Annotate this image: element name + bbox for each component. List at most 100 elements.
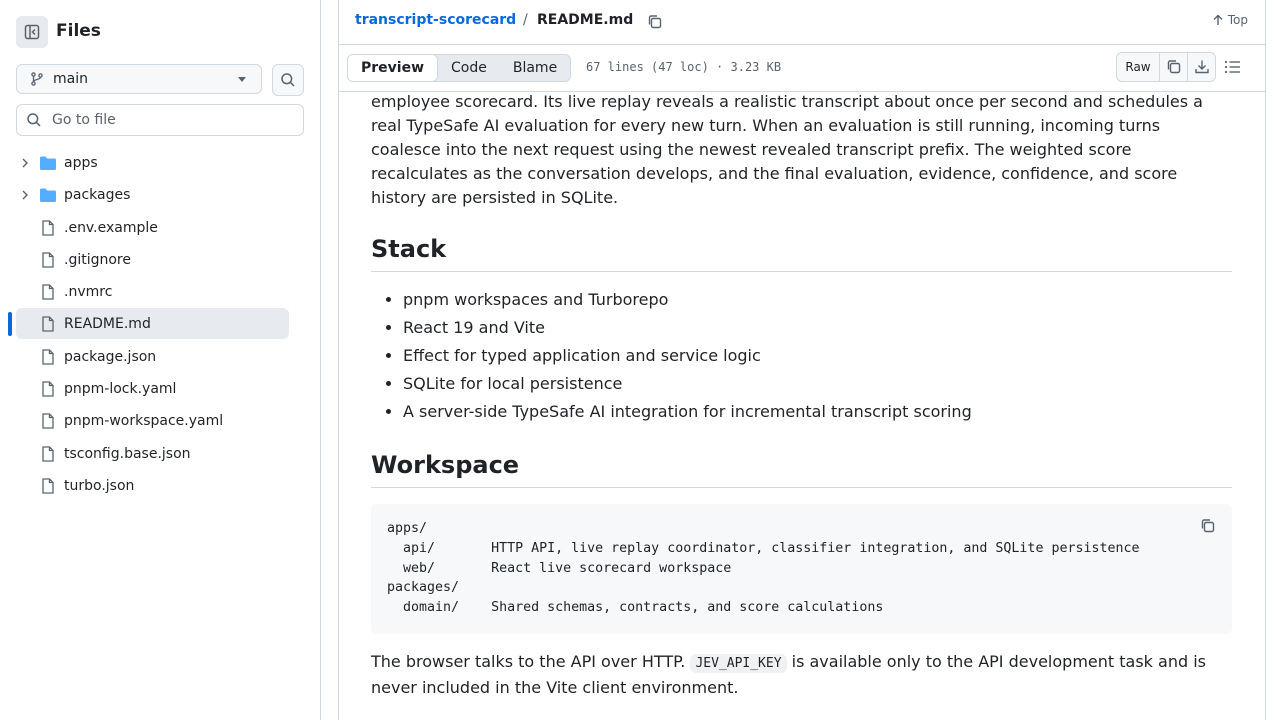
search-button[interactable] bbox=[272, 64, 304, 96]
file-icon bbox=[42, 219, 54, 236]
top-button[interactable]: Top bbox=[1212, 13, 1248, 27]
branch-selector-button[interactable]: main bbox=[16, 64, 262, 94]
tree-item-label: pnpm-lock.yaml bbox=[64, 381, 177, 398]
intro-line: history are persisted in SQLite. bbox=[371, 188, 619, 207]
file-header: transcript-scorecard / README.md Top bbox=[339, 0, 1265, 45]
file-toolbar: Preview Code Blame 67 lines (47 loc) · 3… bbox=[339, 45, 1265, 92]
tree-item-nvmrc[interactable]: .nvmrc bbox=[0, 276, 320, 308]
tree-item-env-example[interactable]: .env.example bbox=[0, 212, 320, 244]
paragraph-text: is available only to the API development… bbox=[786, 652, 1206, 671]
readme-content: employee scorecard. Its live replay reve… bbox=[371, 92, 1232, 700]
intro-line: coalesce into the next request using the… bbox=[371, 140, 1132, 159]
workspace-heading: Workspace bbox=[371, 450, 1232, 488]
collapse-sidebar-button[interactable] bbox=[16, 16, 48, 48]
code-block: apps/ api/ HTTP API, live replay coordin… bbox=[371, 504, 1232, 634]
tree-item-label: .env.example bbox=[64, 219, 158, 236]
copy-code-icon[interactable] bbox=[1199, 517, 1217, 535]
stack-list-item: React 19 and Vite bbox=[403, 314, 1232, 342]
files-title: Files bbox=[56, 21, 101, 41]
search-icon bbox=[281, 73, 295, 87]
tree-item-pnpm-workspace-yaml[interactable]: pnpm-workspace.yaml bbox=[0, 405, 320, 437]
file-icon bbox=[42, 381, 54, 397]
tree-item-apps[interactable]: apps bbox=[0, 147, 320, 179]
readme-intro: employee scorecard. Its live replay reve… bbox=[371, 90, 1232, 210]
file-tree-sidebar: Files main appspackages.env.e bbox=[0, 0, 321, 720]
file-icon bbox=[42, 478, 54, 494]
stack-list-item: A server-side TypeSafe AI integration fo… bbox=[403, 398, 1232, 426]
tree-item-label: packages bbox=[64, 187, 131, 204]
top-label: Top bbox=[1227, 13, 1248, 27]
breadcrumb-file-name: README.md bbox=[537, 12, 634, 28]
paragraph-text: never included in the Vite client enviro… bbox=[371, 678, 739, 697]
code-line: apps/ bbox=[387, 521, 428, 536]
paragraph-text: The browser talks to the API over HTTP. bbox=[371, 652, 691, 671]
tree-item-label: .gitignore bbox=[64, 251, 131, 268]
stack-list-item: SQLite for local persistence bbox=[403, 370, 1232, 398]
intro-line: real TypeSafe AI evaluation for every ne… bbox=[371, 116, 1161, 135]
code-line: domain/ Shared schemas, contracts, and s… bbox=[387, 600, 884, 615]
download-button[interactable] bbox=[1187, 53, 1215, 81]
tree-item-label: turbo.json bbox=[64, 477, 135, 494]
stack-list-item: pnpm workspaces and Turborepo bbox=[403, 286, 1232, 314]
tree-item-label: apps bbox=[64, 155, 98, 171]
tree-item-gitignore[interactable]: .gitignore bbox=[0, 244, 320, 276]
copy-path-icon[interactable] bbox=[646, 13, 664, 31]
file-icon bbox=[42, 446, 54, 462]
tree-item-label: .nvmrc bbox=[64, 284, 113, 301]
file-icon bbox=[42, 413, 54, 430]
stack-heading: Stack bbox=[371, 234, 1232, 272]
list-outline-icon[interactable] bbox=[1223, 58, 1243, 76]
raw-button[interactable]: Raw bbox=[1117, 53, 1159, 81]
selected-indicator bbox=[8, 312, 12, 337]
file-icon bbox=[42, 349, 54, 365]
api-key-paragraph: The browser talks to the API over HTTP. … bbox=[371, 650, 1232, 700]
chevron-right-icon[interactable] bbox=[19, 189, 31, 201]
chevron-down-icon bbox=[238, 77, 246, 82]
tree-item-packages[interactable]: packages bbox=[0, 179, 320, 211]
tree-item-label: tsconfig.base.json bbox=[64, 445, 191, 462]
intro-line: employee scorecard. Its live replay reve… bbox=[371, 92, 1203, 111]
tab-blame[interactable]: Blame bbox=[500, 55, 570, 81]
go-to-file-input[interactable] bbox=[50, 111, 294, 129]
stack-list-item: Effect for typed application and service… bbox=[403, 342, 1232, 370]
file-view: transcript-scorecard / README.md Top Pre… bbox=[338, 0, 1266, 720]
tree-item-turbo-json[interactable]: turbo.json bbox=[0, 470, 320, 502]
tree-item-label: package.json bbox=[64, 348, 157, 365]
go-to-file-field[interactable] bbox=[16, 104, 304, 136]
file-info: 67 lines (47 loc) · 3.23 KB bbox=[586, 60, 782, 74]
stack-list: pnpm workspaces and TurborepoReact 19 an… bbox=[371, 286, 1232, 426]
inline-code: JEV_API_KEY bbox=[690, 654, 787, 673]
search-icon bbox=[26, 112, 42, 128]
folder-icon bbox=[40, 188, 56, 203]
code-line: api/ HTTP API, live replay coordinator, … bbox=[387, 540, 1140, 556]
copy-icon bbox=[1167, 60, 1180, 74]
breadcrumb-repo-link[interactable]: transcript-scorecard bbox=[355, 12, 516, 28]
code-line: packages/ bbox=[387, 580, 460, 596]
arrow-up-icon bbox=[1213, 14, 1223, 25]
tree-item-tsconfig-base-json[interactable]: tsconfig.base.json bbox=[0, 438, 320, 470]
code-block-text: apps/ api/ HTTP API, live replay coordin… bbox=[387, 519, 1140, 618]
intro-line: recalculates as the conversation develop… bbox=[371, 164, 1178, 183]
breadcrumb-separator: / bbox=[523, 12, 528, 28]
download-icon bbox=[1194, 60, 1209, 74]
tree-item-pnpm-lock-yaml[interactable]: pnpm-lock.yaml bbox=[0, 373, 320, 405]
file-icon bbox=[42, 284, 54, 300]
git-branch-icon bbox=[29, 71, 45, 87]
file-icon bbox=[42, 252, 54, 268]
tree-item-label: pnpm-workspace.yaml bbox=[64, 413, 224, 430]
tree-item-package-json[interactable]: package.json bbox=[0, 341, 320, 373]
code-line: web/ React live scorecard workspace bbox=[387, 560, 732, 576]
tab-code[interactable]: Code bbox=[438, 55, 500, 81]
file-icon bbox=[42, 316, 54, 333]
copy-raw-button[interactable] bbox=[1159, 53, 1187, 81]
chevron-right-icon[interactable] bbox=[19, 157, 31, 169]
branch-name: main bbox=[53, 71, 88, 87]
view-mode-tabs: Preview Code Blame bbox=[347, 54, 572, 82]
tab-preview[interactable]: Preview bbox=[347, 54, 439, 82]
file-actions: Raw bbox=[1116, 52, 1216, 82]
tree-item-label: README.md bbox=[64, 316, 151, 333]
tree-item-readme-md[interactable]: README.md bbox=[0, 308, 320, 340]
folder-icon bbox=[40, 156, 56, 170]
sidebar-collapse-icon bbox=[24, 24, 40, 40]
file-tree: apps packages .env.example .gitignore .nvmrc… bbox=[0, 147, 320, 502]
